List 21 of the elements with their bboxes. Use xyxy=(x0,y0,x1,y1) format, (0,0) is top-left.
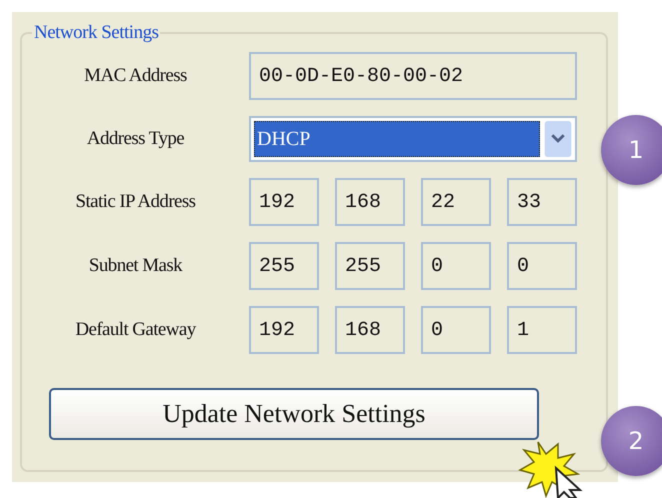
octet-field[interactable]: 22 xyxy=(421,178,491,226)
octet-field[interactable]: 255 xyxy=(249,242,319,290)
octet-field[interactable]: 0 xyxy=(507,242,577,290)
octet-field[interactable]: 255 xyxy=(335,242,405,290)
field-label: Address Type xyxy=(86,128,186,150)
address-type-dropdown[interactable]: DHCP xyxy=(249,116,577,162)
octet-field[interactable]: 0 xyxy=(421,242,491,290)
update-button[interactable]: Update Network Settings xyxy=(49,388,539,440)
octet-field[interactable]: 0 xyxy=(421,306,491,354)
octet-field[interactable]: 168 xyxy=(335,306,405,354)
octet-field[interactable]: 33 xyxy=(507,178,577,226)
octet-field[interactable]: 168 xyxy=(335,178,405,226)
group-title: Network Settings xyxy=(33,22,160,44)
octet-field[interactable]: 1 xyxy=(507,306,577,354)
field-label: MAC Address xyxy=(83,65,188,87)
octet-field[interactable]: 192 xyxy=(249,178,319,226)
field-label: Static IP Address xyxy=(74,191,196,213)
octet-field[interactable]: 192 xyxy=(249,306,319,354)
mac-address-field[interactable]: 00-0D-E0-80-00-02 xyxy=(249,52,577,100)
field-label: Default Gateway xyxy=(74,319,198,341)
field-label: Subnet Mask xyxy=(88,255,184,277)
